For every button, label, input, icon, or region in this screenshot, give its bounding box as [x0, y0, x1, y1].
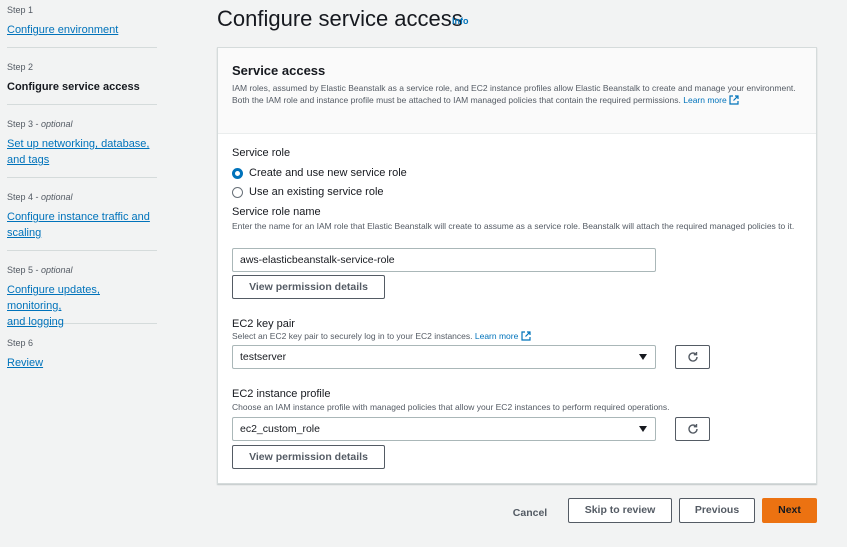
refresh-icon	[687, 424, 698, 434]
step-2-number: Step 2	[7, 62, 34, 72]
wizard-steps-nav: Step 1 Configure environment Step 2 Conf…	[7, 0, 157, 371]
view-permission-details-button-1[interactable]: View permission details	[232, 275, 385, 299]
step-4-number: Step 4 - optional	[7, 192, 73, 202]
refresh-instance-profiles-button[interactable]	[675, 417, 710, 441]
step-6-number: Step 6	[7, 338, 34, 348]
refresh-icon	[687, 352, 698, 362]
ec2-instance-profile-select[interactable]: ec2_custom_role	[232, 417, 656, 441]
step-3: Step 3 - optional Set up networking, dat…	[7, 105, 157, 178]
learn-more-link[interactable]: Learn more	[683, 95, 739, 105]
step-1-number: Step 1	[7, 5, 34, 15]
page-title: Configure service access	[217, 6, 463, 31]
ec2-key-pair-description: Select an EC2 key pair to securely log i…	[232, 330, 531, 342]
step-2-current-label: Configure service access	[7, 81, 140, 93]
step-4-link[interactable]: Configure instance traffic and scaling	[7, 209, 157, 241]
panel-title: Service access	[232, 63, 326, 78]
radio-create-new-role[interactable]: Create and use new service role	[232, 167, 407, 179]
panel-header: Service access IAM roles, assumed by Ela…	[218, 48, 816, 134]
cancel-button[interactable]: Cancel	[499, 502, 561, 524]
step-5-link[interactable]: Configure updates, monitoring, and loggin…	[7, 282, 157, 330]
service-role-name-input[interactable]	[232, 248, 656, 272]
caret-down-icon	[639, 354, 647, 360]
step-3-number: Step 3 - optional	[7, 119, 73, 129]
service-role-name-description: Enter the name for an IAM role that Elas…	[232, 221, 795, 231]
ec2-instance-profile-value: ec2_custom_role	[240, 423, 320, 435]
radio-create-new-role-label: Create and use new service role	[249, 167, 407, 179]
ec2-key-pair-select[interactable]: testserver	[232, 345, 656, 369]
step-6: Step 6 Review	[7, 324, 157, 371]
skip-to-review-button[interactable]: Skip to review	[568, 498, 672, 523]
next-button[interactable]: Next	[762, 498, 817, 523]
step-1-link[interactable]: Configure environment	[7, 22, 157, 38]
step-1: Step 1 Configure environment	[7, 0, 157, 48]
service-role-name-label: Service role name	[232, 206, 321, 218]
external-link-icon	[729, 95, 739, 105]
step-6-link[interactable]: Review	[7, 355, 157, 371]
step-5-number: Step 5 - optional	[7, 265, 73, 275]
step-5: Step 5 - optional Configure updates, mon…	[7, 251, 157, 328]
radio-use-existing-role-label: Use an existing service role	[249, 186, 384, 198]
view-permission-details-button-2[interactable]: View permission details	[232, 445, 385, 469]
ec2-key-pair-value: testserver	[240, 351, 287, 363]
radio-use-existing-role[interactable]: Use an existing service role	[232, 186, 384, 198]
ec2-instance-profile-description: Choose an IAM instance profile with mana…	[232, 402, 670, 412]
ec2-instance-profile-label: EC2 instance profile	[232, 388, 331, 400]
refresh-key-pairs-button[interactable]	[675, 345, 710, 369]
radio-selected-indicator[interactable]	[232, 167, 243, 179]
step-2: Step 2 Configure service access	[7, 48, 157, 105]
service-role-label: Service role	[232, 147, 291, 159]
step-3-link[interactable]: Set up networking, database, and tags	[7, 136, 157, 168]
key-pair-learn-more-link[interactable]: Learn more	[475, 331, 531, 341]
info-link[interactable]: Info	[452, 16, 469, 26]
previous-button[interactable]: Previous	[679, 498, 755, 523]
panel-description: IAM roles, assumed by Elastic Beanstalk …	[232, 83, 796, 105]
caret-down-icon	[639, 426, 647, 432]
step-4: Step 4 - optional Configure instance tra…	[7, 178, 157, 251]
external-link-icon	[521, 331, 531, 341]
service-access-panel: Service access IAM roles, assumed by Ela…	[217, 47, 817, 484]
radio-unselected-indicator[interactable]	[232, 186, 243, 198]
ec2-key-pair-label: EC2 key pair	[232, 318, 295, 330]
